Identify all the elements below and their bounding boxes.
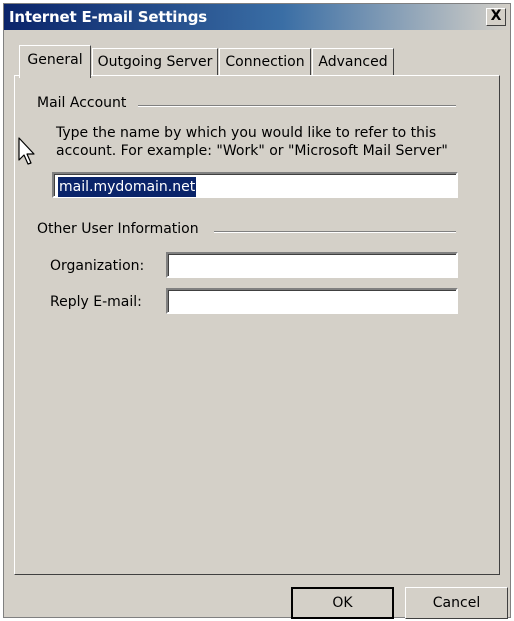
organization-label: Organization: [50,258,145,274]
close-button[interactable]: X [486,8,506,26]
ok-button[interactable]: OK [291,587,394,619]
tab-general[interactable]: General [19,45,91,78]
other-user-info-divider [214,231,456,233]
mouse-pointer-icon [18,137,35,165]
tab-connection[interactable]: Connection [219,48,311,76]
internet-email-settings-dialog: Internet E-mail Settings X Outgoing Serv… [3,3,511,619]
tab-outgoing-server[interactable]: Outgoing Server [92,48,218,76]
title-bar[interactable]: Internet E-mail Settings X [4,4,510,30]
account-name-selection: mail.mydomain.net [58,177,197,197]
mail-account-description: Type the name by which you would like to… [56,125,448,159]
other-user-info-group-label: Other User Information [37,221,207,237]
window-title: Internet E-mail Settings [9,8,207,26]
reply-email-label: Reply E-mail: [50,294,142,310]
organization-input[interactable] [166,252,458,278]
mail-account-group-label: Mail Account [37,95,135,111]
mail-account-divider [138,105,456,107]
reply-email-input[interactable] [166,288,458,314]
tab-advanced[interactable]: Advanced [312,48,394,76]
cancel-button[interactable]: Cancel [405,587,508,619]
